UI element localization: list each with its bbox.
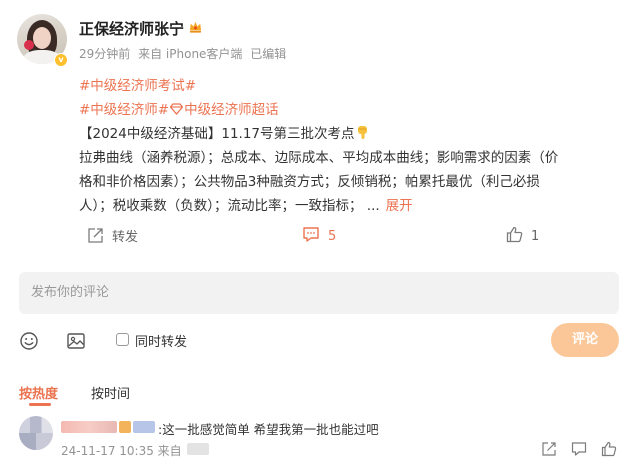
post-content-line: 【2024中级经济基础】11.17号第三批次考点 bbox=[79, 122, 629, 142]
super-topic-link[interactable]: 中级经济师超话 bbox=[184, 102, 279, 118]
comment-meta: 24-11-17 10:35 来自 bbox=[61, 444, 182, 458]
forward-button[interactable]: 转发 bbox=[87, 226, 138, 245]
forward-icon bbox=[88, 228, 103, 243]
commenter-name-redacted[interactable] bbox=[61, 421, 117, 433]
comment-icon bbox=[303, 227, 319, 242]
post-text: 格和非价格因素）；公共物品3种融资方式；反倾销税；帕累托最优（利己必损 bbox=[79, 174, 540, 190]
weibo-post-page: v 正保经济师张宁 29分钟前 来自 iPhone客户端 已编辑 #中级经济师考… bbox=[0, 0, 641, 473]
comment-count: 5 bbox=[328, 229, 337, 244]
emoji-icon[interactable] bbox=[19, 331, 39, 351]
post-meta: 29分钟前 来自 iPhone客户端 已编辑 bbox=[79, 45, 290, 62]
topic-tag[interactable]: #中级经济师考试# bbox=[79, 78, 196, 94]
super-topic-diamond-icon bbox=[170, 103, 184, 115]
pointing-down-emoji-icon bbox=[357, 126, 367, 139]
post-time[interactable]: 29分钟前 bbox=[79, 47, 130, 61]
post-edited[interactable]: 已编辑 bbox=[250, 47, 286, 61]
post-tag-line-2: #中级经济师# 中级经济师超话 bbox=[79, 98, 629, 118]
sort-by-hot-tab[interactable]: 按热度 bbox=[19, 383, 58, 402]
post-text: 拉弗曲线（涵养税源）；总成本、边际成本、平均成本曲线；影响需求的因素（价 bbox=[79, 150, 559, 166]
post-content-line: 拉弗曲线（涵养税源）；总成本、边际成本、平均成本曲线；影响需求的因素（价 bbox=[79, 146, 629, 166]
commenter-avatar[interactable] bbox=[19, 416, 53, 450]
active-tab-indicator bbox=[29, 403, 51, 406]
post-source: 来自 iPhone客户端 bbox=[138, 47, 243, 61]
post-text: 人）；税收乘数（负数）；流动比率；一致指标； ... bbox=[79, 198, 380, 214]
comment-text: :这一批感觉简单 希望我第一批也能过吧 bbox=[158, 422, 379, 437]
post-tag-line-1: #中级经济师考试# bbox=[79, 74, 629, 94]
also-forward-label[interactable]: 同时转发 bbox=[135, 331, 187, 350]
comment-input[interactable]: 发布你的评论 bbox=[19, 272, 619, 314]
post-content-line: 人）；税收乘数（负数）；流动比率；一致指标； ... 展开 bbox=[79, 194, 629, 214]
also-forward-checkbox[interactable] bbox=[116, 333, 129, 346]
post-text: 【2024中级经济基础】11.17号第三批次考点 bbox=[79, 126, 355, 142]
topic-tag[interactable]: #中级经济师# bbox=[79, 102, 169, 118]
commenter-badge-icon bbox=[133, 421, 155, 433]
commenter-badge-icon bbox=[119, 421, 131, 433]
comment-forward-icon[interactable] bbox=[541, 441, 557, 457]
like-count: 1 bbox=[531, 229, 540, 244]
comment-button[interactable]: 5 bbox=[302, 226, 336, 244]
sort-by-time-tab[interactable]: 按时间 bbox=[91, 383, 130, 402]
crown-icon bbox=[189, 21, 202, 33]
author-name[interactable]: 正保经济师张宁 bbox=[79, 18, 184, 39]
image-icon[interactable] bbox=[66, 331, 86, 351]
comment-source-redacted bbox=[187, 443, 209, 455]
thumbs-up-icon bbox=[506, 226, 523, 243]
comment-like-icon[interactable] bbox=[601, 441, 617, 457]
like-button[interactable]: 1 bbox=[506, 226, 539, 244]
post-content-line: 格和非价格因素）；公共物品3种融资方式；反倾销税；帕累托最优（利己必损 bbox=[79, 170, 629, 190]
comment-reply-icon[interactable] bbox=[571, 441, 587, 457]
verified-badge-icon: v bbox=[54, 53, 68, 67]
forward-label: 转发 bbox=[112, 230, 139, 245]
expand-link[interactable]: 展开 bbox=[386, 198, 413, 214]
submit-comment-button[interactable]: 评论 bbox=[551, 323, 619, 357]
